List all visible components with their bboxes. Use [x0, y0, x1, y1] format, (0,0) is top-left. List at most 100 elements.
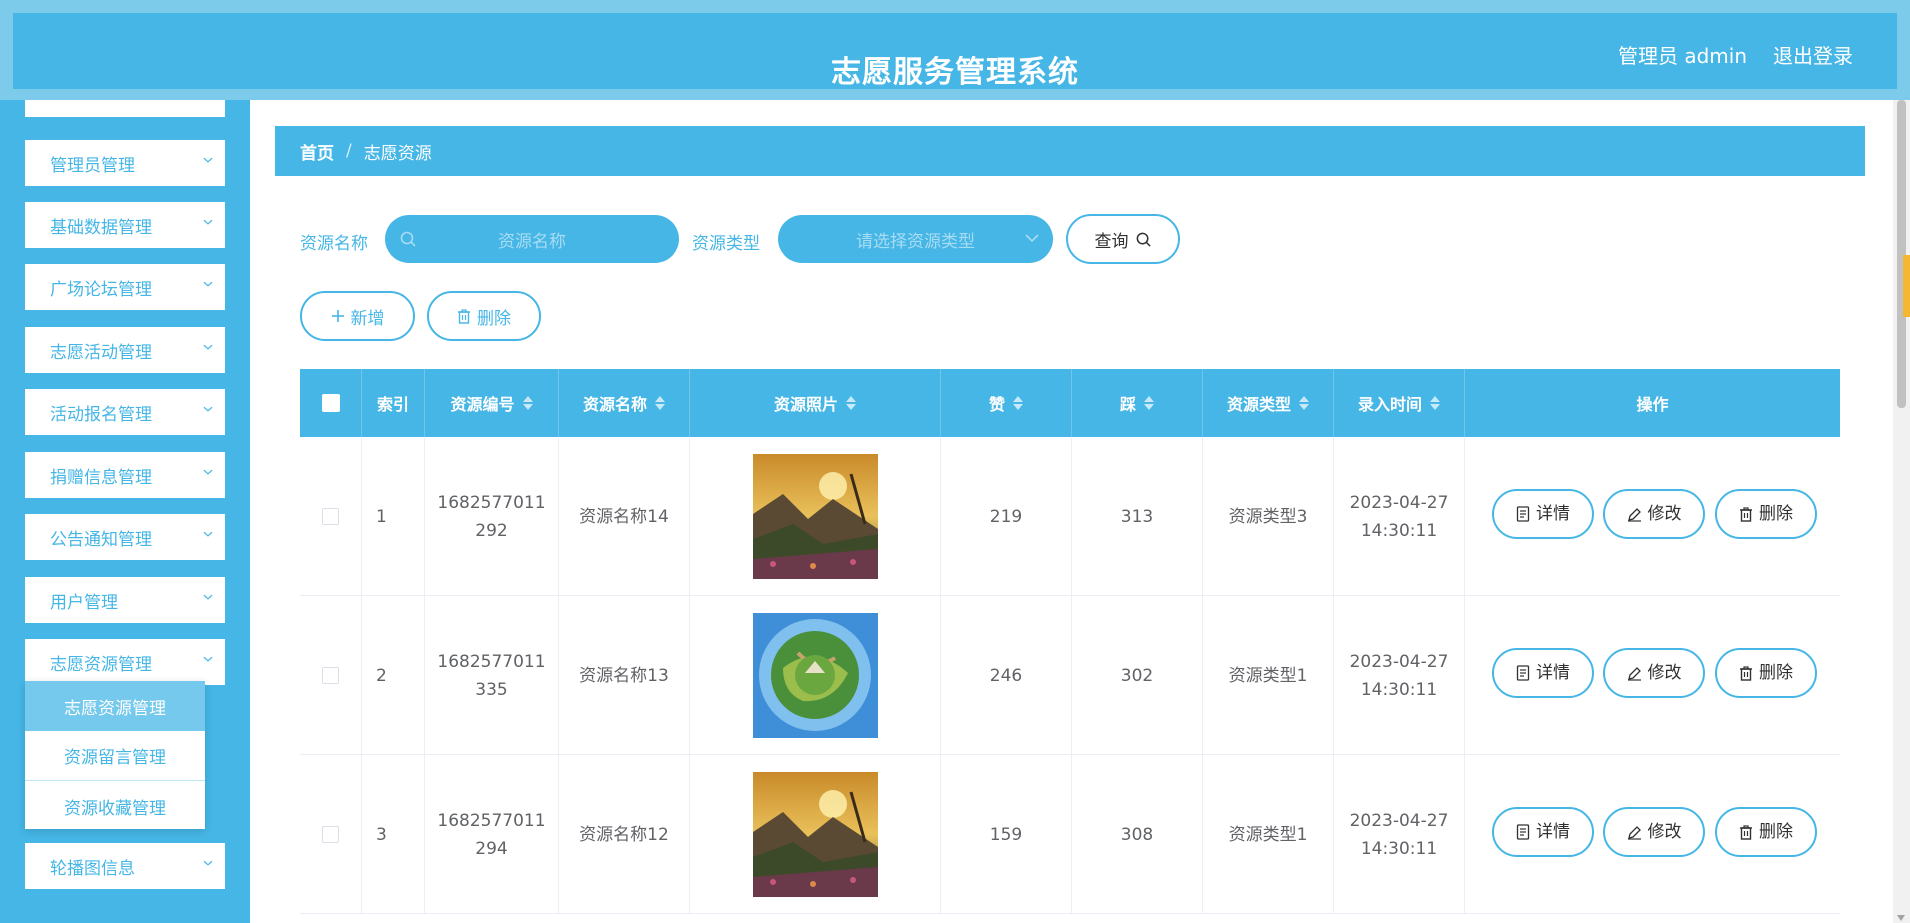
query-button[interactable]: 查询: [1066, 214, 1180, 264]
sidebar-item[interactable]: 轮播图信息: [25, 843, 225, 889]
sort-icon[interactable]: [1013, 396, 1023, 410]
sort-icon[interactable]: [1430, 396, 1440, 410]
col-dislikes[interactable]: 踩: [1072, 369, 1203, 437]
submenu-item[interactable]: 资源收藏管理: [25, 781, 205, 831]
resource-type-label: 资源类型: [692, 234, 760, 254]
detail-button[interactable]: 详情: [1492, 807, 1594, 857]
sidebar-item[interactable]: 管理员管理: [25, 140, 225, 186]
col-likes[interactable]: 赞: [941, 369, 1072, 437]
row-checkbox[interactable]: [322, 826, 339, 843]
cell-index-text: 2: [376, 665, 387, 686]
sidebar-item[interactable]: 公告通知管理: [25, 514, 225, 560]
scrollbar-thumb[interactable]: [1897, 100, 1906, 408]
sort-icon[interactable]: [846, 396, 856, 410]
chevron-down-icon: [203, 656, 213, 662]
chevron-down-icon: [203, 219, 213, 225]
detail-button-label: 详情: [1536, 504, 1570, 524]
cell-likes-text: 246: [989, 665, 1023, 686]
row-select-cell: [300, 437, 362, 596]
batch-delete-button[interactable]: 删除: [427, 291, 541, 341]
row-checkbox[interactable]: [322, 667, 339, 684]
col-index: 索引: [362, 369, 425, 437]
cell-index: 3: [362, 755, 425, 914]
sort-icon[interactable]: [1299, 396, 1309, 410]
cell-name: 资源名称12: [559, 755, 690, 914]
sidebar-item[interactable]: 志愿资源管理: [25, 639, 225, 685]
sidebar-item-label: 捐赠信息管理: [50, 467, 152, 488]
chevron-down-icon: [203, 469, 213, 475]
sidebar-item[interactable]: 志愿活动管理: [25, 327, 225, 373]
chevron-down-icon: [203, 281, 213, 287]
document-icon: [1516, 824, 1530, 840]
cell-index-text: 3: [376, 824, 387, 845]
cell-photo: [690, 755, 941, 914]
col-photo[interactable]: 资源照片: [690, 369, 941, 437]
cell-dislikes-text: 302: [1120, 665, 1154, 686]
cell-index: 2: [362, 596, 425, 755]
delete-button[interactable]: 删除: [1715, 489, 1817, 539]
delete-button[interactable]: 删除: [1715, 807, 1817, 857]
cell-index: 1: [362, 437, 425, 596]
breadcrumb-separator: /: [346, 141, 352, 161]
sort-icon[interactable]: [1144, 396, 1154, 410]
col-time[interactable]: 录入时间: [1334, 369, 1465, 437]
col-name[interactable]: 资源名称: [559, 369, 690, 437]
sort-icon[interactable]: [655, 396, 665, 410]
logout-button[interactable]: 退出登录: [1773, 40, 1853, 69]
submenu-item[interactable]: 志愿资源管理: [25, 681, 205, 731]
resource-type-placeholder: 请选择资源类型: [856, 231, 975, 252]
col-index-label: 索引: [376, 395, 409, 414]
sort-icon[interactable]: [522, 396, 533, 410]
cell-time: 2023-04-27 14:30:11: [1334, 437, 1465, 596]
cell-dislikes: 313: [1072, 437, 1203, 596]
scroll-down-arrow[interactable]: [1897, 915, 1905, 921]
select-all-cell: [300, 369, 362, 437]
delete-button-label: 删除: [1759, 822, 1793, 842]
cell-type-text: 资源类型1: [1228, 665, 1308, 686]
sidebar-item[interactable]: 基础数据管理: [25, 202, 225, 248]
cell-index-text: 1: [376, 506, 387, 527]
chevron-down-icon: [203, 531, 213, 537]
plus-icon: [331, 310, 344, 322]
col-type[interactable]: 资源类型: [1203, 369, 1334, 437]
row-checkbox[interactable]: [322, 508, 339, 525]
chevron-down-icon: [203, 860, 213, 866]
cell-dislikes-text: 313: [1120, 506, 1154, 527]
trash-icon: [1740, 665, 1752, 681]
cell-type: 资源类型1: [1203, 596, 1334, 755]
delete-button[interactable]: 删除: [1715, 648, 1817, 698]
resource-photo: [752, 454, 878, 579]
select-all-checkbox[interactable]: [321, 394, 340, 412]
sidebar-item-label: 轮播图信息: [50, 858, 135, 879]
edit-button[interactable]: 修改: [1603, 648, 1705, 698]
resource-name-input[interactable]: 资源名称: [385, 215, 679, 263]
col-code[interactable]: 资源编号: [425, 369, 559, 437]
cell-dislikes: 308: [1072, 755, 1203, 914]
sidebar-item[interactable]: 广场论坛管理: [25, 264, 225, 310]
submenu-item[interactable]: 资源留言管理: [25, 731, 205, 781]
add-button[interactable]: 新增: [300, 291, 415, 341]
sidebar-item-partial[interactable]: [25, 100, 225, 117]
sidebar-item[interactable]: 用户管理: [25, 577, 225, 623]
detail-button[interactable]: 详情: [1492, 648, 1594, 698]
sidebar-item-label: 管理员管理: [50, 155, 135, 176]
detail-button[interactable]: 详情: [1492, 489, 1594, 539]
chevron-down-icon: [203, 406, 213, 412]
delete-button-label: 删除: [1759, 663, 1793, 683]
cell-photo: [690, 596, 941, 755]
detail-button-label: 详情: [1536, 822, 1570, 842]
sidebar-item[interactable]: 活动报名管理: [25, 389, 225, 435]
page-scrollbar[interactable]: [1893, 100, 1910, 923]
trash-icon: [1740, 824, 1752, 840]
cell-dislikes-text: 308: [1120, 824, 1154, 845]
resource-type-select[interactable]: 请选择资源类型: [778, 215, 1053, 263]
resource-name-placeholder: 资源名称: [498, 231, 566, 252]
cell-actions: 详情 修改 删除: [1465, 596, 1840, 755]
edit-button[interactable]: 修改: [1603, 489, 1705, 539]
chevron-down-icon: [203, 157, 213, 163]
breadcrumb-home[interactable]: 首页: [300, 139, 334, 164]
chevron-down-icon: [203, 594, 213, 600]
sidebar-item[interactable]: 捐赠信息管理: [25, 452, 225, 498]
edit-button[interactable]: 修改: [1603, 807, 1705, 857]
cell-likes: 159: [941, 755, 1072, 914]
